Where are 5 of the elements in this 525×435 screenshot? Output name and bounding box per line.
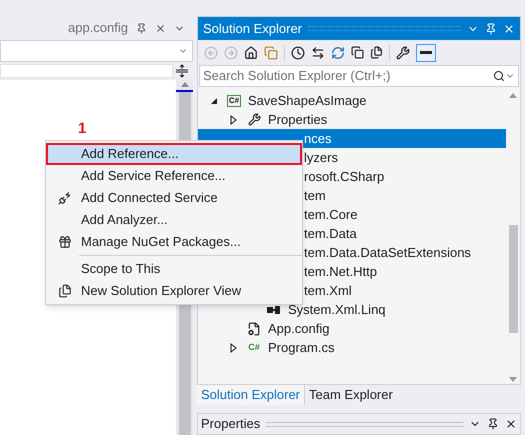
panel-title: Properties [201, 415, 260, 434]
csharp-file-icon: C# [248, 343, 260, 352]
csharp-project-icon: C# [227, 94, 241, 106]
panel-title: Solution Explorer [203, 20, 302, 38]
step-number: 1 [78, 119, 88, 139]
